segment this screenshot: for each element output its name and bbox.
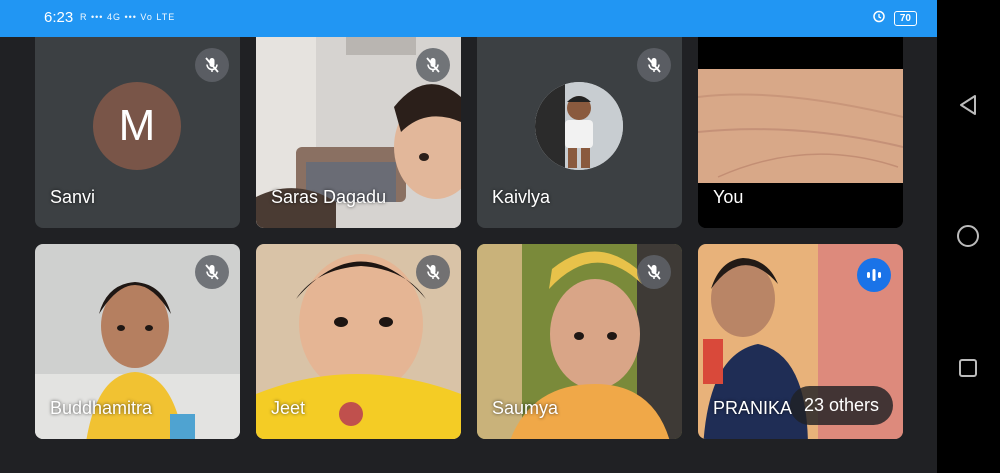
alarm-icon — [872, 9, 886, 28]
participant-tile-sanvi[interactable]: M Sanvi — [35, 37, 240, 228]
status-time: 6:23 — [44, 9, 74, 26]
avatar: M — [93, 82, 181, 170]
participant-name: Sanvi — [50, 187, 96, 207]
back-button[interactable] — [953, 90, 983, 120]
home-button[interactable] — [953, 221, 983, 251]
status-right: 70 — [872, 9, 917, 28]
mic-off-icon — [416, 48, 450, 82]
home-icon — [957, 225, 979, 247]
participant-name: Jeet — [271, 398, 306, 418]
participant-name: Buddhamitra — [50, 398, 153, 418]
participant-tile-saras-dagadu[interactable]: Saras Dagadu — [256, 37, 461, 228]
status-bar: 6:23 R ••• 4G ••• Vo LTE 70 — [0, 0, 937, 37]
recents-button[interactable] — [953, 353, 983, 383]
recents-icon — [959, 359, 977, 377]
mic-off-icon — [195, 255, 229, 289]
mic-off-icon — [637, 48, 671, 82]
participant-name: Saras Dagadu — [271, 187, 387, 207]
participant-tile-self[interactable]: You — [698, 37, 903, 228]
participant-name: Kaivlya — [492, 187, 551, 207]
mic-off-icon — [637, 255, 671, 289]
back-icon — [960, 95, 976, 115]
participant-name: Saumya — [492, 398, 559, 418]
network-indicator: R ••• 4G ••• Vo LTE — [80, 12, 176, 22]
mic-off-icon — [195, 48, 229, 82]
participant-tile-jeet[interactable]: Jeet — [256, 244, 461, 439]
participant-tile-pranika[interactable]: PRANIKA 23 others — [698, 244, 903, 439]
others-count-button[interactable]: 23 others — [789, 386, 893, 425]
participant-tile-kaivlya[interactable]: Kaivlya — [477, 37, 682, 228]
participant-tile-buddhamitra[interactable]: Buddhamitra — [35, 244, 240, 439]
avatar — [535, 82, 623, 170]
participant-name: PRANIKA — [713, 398, 793, 418]
mic-off-icon — [416, 255, 450, 289]
navigation-bar — [937, 0, 1000, 473]
battery-indicator: 70 — [893, 11, 917, 26]
speaking-indicator-icon — [857, 258, 891, 292]
participant-name: You — [713, 187, 744, 207]
participant-tile-saumya[interactable]: Saumya — [477, 244, 682, 439]
